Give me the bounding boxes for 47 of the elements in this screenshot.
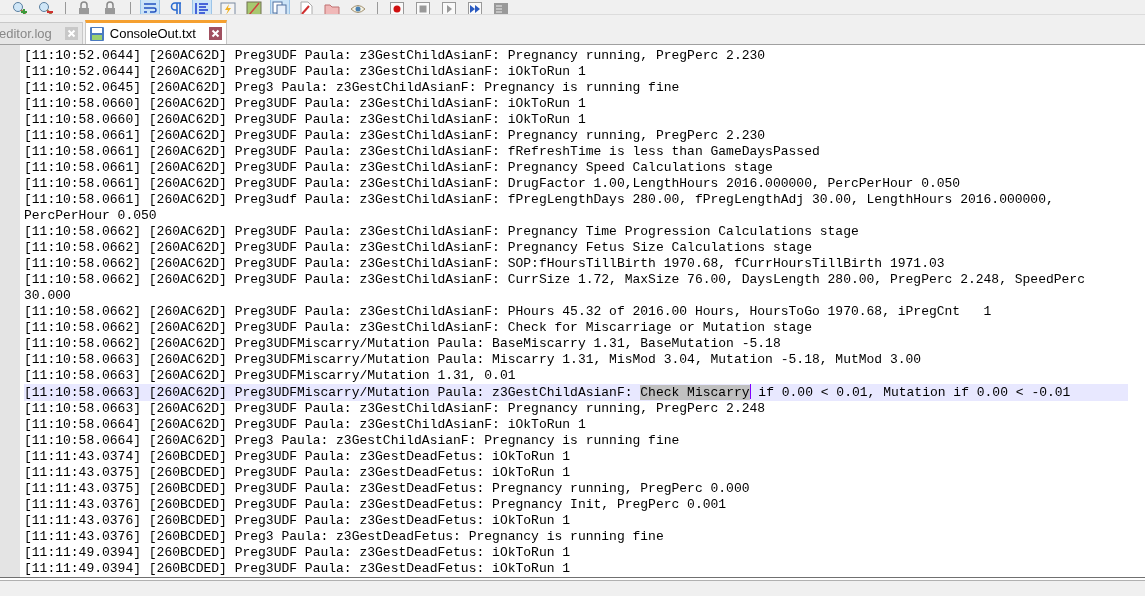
log-line: [11:11:43.0375] [260BCDED] Preg3UDF Paula: z3GestDeadFetus: iOkToRun 1	[24, 465, 572, 481]
word-wrap-icon[interactable]	[140, 0, 160, 14]
log-line: [11:11:43.0376] [260BCDED] Preg3UDF Paula: z3GestDeadFetus: Pregnancy Init, PregPerc 0.001	[24, 497, 728, 513]
log-line: [11:11:49.0394] [260BCDED] Preg3UDF Paula: z3GestDeadFetus: iOkToRun 1	[24, 545, 572, 561]
fast-forward-icon[interactable]	[465, 0, 485, 14]
log-line: [11:11:49.0394] [260BCDED] Preg3UDF Paula: z3GestDeadFetus: iOkToRun 1	[24, 561, 572, 577]
record-icon[interactable]	[387, 0, 407, 14]
log-line: [11:10:52.0645] [260AC62D] Preg3 Paula: z3GestChildAsianF: Pregnancy is running fine	[24, 80, 681, 96]
log-line: [11:10:52.0644] [260AC62D] Preg3UDF Paula: z3GestChildAsianF: Pregnancy running, PregPerc 2.230	[24, 48, 767, 64]
log-line: [11:10:58.0660] [260AC62D] Preg3UDF Paula: z3GestChildAsianF: iOkToRun 1	[24, 112, 587, 128]
file-tab[interactable]: ConsoleOut.txt	[84, 20, 227, 44]
log-line: [11:10:58.0664] [260AC62D] Preg3UDF Paula: z3GestChildAsianF: iOkToRun 1	[24, 417, 587, 433]
documents-icon[interactable]	[270, 0, 290, 14]
log-line: [11:11:43.0375] [260BCDED] Preg3UDF Paula: z3GestDeadFetus: Pregnancy running, PregPerc 0.000	[24, 481, 751, 497]
log-line: [11:10:52.0644] [260AC62D] Preg3UDF Paula: z3GestChildAsianF: iOkToRun 1	[24, 64, 587, 80]
log-line: [11:10:58.0661] [260AC62D] Preg3udf Paula: z3GestChildAsianF: fPregLengthDays 280.00, fPregLengthAdj 30.00, LengthHours 2016.000000, PercPerHour 0.050	[24, 192, 1055, 224]
log-line: [11:11:43.0376] [260BCDED] Preg3 Paula: z3GestDeadFetus: Pregnancy is running fine	[24, 529, 665, 545]
log-line: [11:10:58.0661] [260AC62D] Preg3UDF Paula: z3GestChildAsianF: Pregnancy Speed Calculations stage	[24, 160, 774, 176]
indent-guide-icon[interactable]	[192, 0, 212, 14]
text-cursor	[749, 384, 751, 399]
log-line: [11:10:58.0661] [260AC62D] Preg3UDF Paula: z3GestChildAsianF: Pregnancy running, PregPerc 2.230	[24, 128, 767, 144]
zoom-out-icon[interactable]	[36, 0, 56, 14]
log-line: [11:10:58.0662] [260AC62D] Preg3UDF Paula: z3GestChildAsianF: CurrSize 1.72, MaxSize 76.00, DaysLength 280.00, PregPerc 2.248, SpeedPerc 30.000	[24, 272, 1086, 304]
log-line: [11:10:58.0663] [260AC62D] Preg3UDFMiscarry/Mutation Paula: Miscarry 1.31, MisMod 3.04, Mutation -5.18, MutMod 3.00	[24, 352, 923, 368]
log-line: [11:10:58.0664] [260AC62D] Preg3 Paula: z3GestChildAsianF: Pregnancy is running fine	[24, 433, 681, 449]
map-icon[interactable]	[244, 0, 264, 14]
macro-icon[interactable]	[491, 0, 511, 14]
log-line: [11:10:58.0660] [260AC62D] Preg3UDF Paula: z3GestChildAsianF: iOkToRun 1	[24, 96, 587, 112]
log-line: [11:10:58.0662] [260AC62D] Preg3UDF Paula: z3GestChildAsianF: SOP:fHoursTillBirth 1970.68, fCurrHoursTillBirth 1971.03	[24, 256, 946, 272]
log-line: [11:10:58.0662] [260AC62D] Preg3UDFMiscarry/Mutation Paula: BaseMiscarry 1.31, BaseMutation -5.18	[24, 336, 782, 352]
play-icon[interactable]	[439, 0, 459, 14]
log-line: [11:10:58.0663] [260AC62D] Preg3UDFMiscarry/Mutation 1.31, 0.01	[24, 368, 517, 384]
selected-text: Check Miscarry	[640, 385, 750, 400]
log-line: [11:10:58.0663] [260AC62D] Preg3UDF Paula: z3GestChildAsianF: Pregnancy running, PregPerc 2.248	[24, 401, 767, 417]
stop-icon[interactable]	[413, 0, 433, 14]
log-line: [11:10:58.0662] [260AC62D] Preg3UDF Paula: z3GestChildAsianF: Pregnancy Fetus Size Calculations stage	[24, 240, 813, 256]
log-line: [11:11:43.0376] [260BCDED] Preg3UDF Paula: z3GestDeadFetus: iOkToRun 1	[24, 513, 572, 529]
log-text: if 0.00 < 0.01, Mutation if 0.00 < -0.01	[757, 385, 1071, 400]
log-line: [11:11:43.0374] [260BCDED] Preg3UDF Paula: z3GestDeadFetus: iOkToRun 1	[24, 449, 572, 465]
log-text: [11:10:58.0663] [260AC62D] Preg3UDFMiscarry/Mutation Paula: z3GestChildAsianF:	[24, 385, 634, 400]
log-line: [11:10:58.0662] [260AC62D] Preg3UDF Paula: z3GestChildAsianF: PHours 45.32 of 2016.00 Hours, HoursToGo 1970.68, iPregCnt 1	[24, 304, 993, 320]
log-line: [11:10:58.0661] [260AC62D] Preg3UDF Paula: z3GestChildAsianF: fRefreshTime is less than GameDaysPassed	[24, 144, 821, 160]
log-line: [11:10:58.0662] [260AC62D] Preg3UDF Paula: z3GestChildAsianF: Pregnancy Time Progression Calculations stage	[24, 224, 860, 240]
log-line: [11:10:58.0661] [260AC62D] Preg3UDF Paula: z3GestChildAsianF: DrugFactor 1.00,LengthHours 2016.000000, PercPerHour 0.050	[24, 176, 962, 192]
log-line: [11:10:58.0662] [260AC62D] Preg3UDF Paula: z3GestChildAsianF: Check for Miscarriage or Mutation stage	[24, 320, 813, 336]
zoom-in-icon[interactable]	[10, 0, 30, 14]
close-icon[interactable]	[208, 27, 222, 40]
